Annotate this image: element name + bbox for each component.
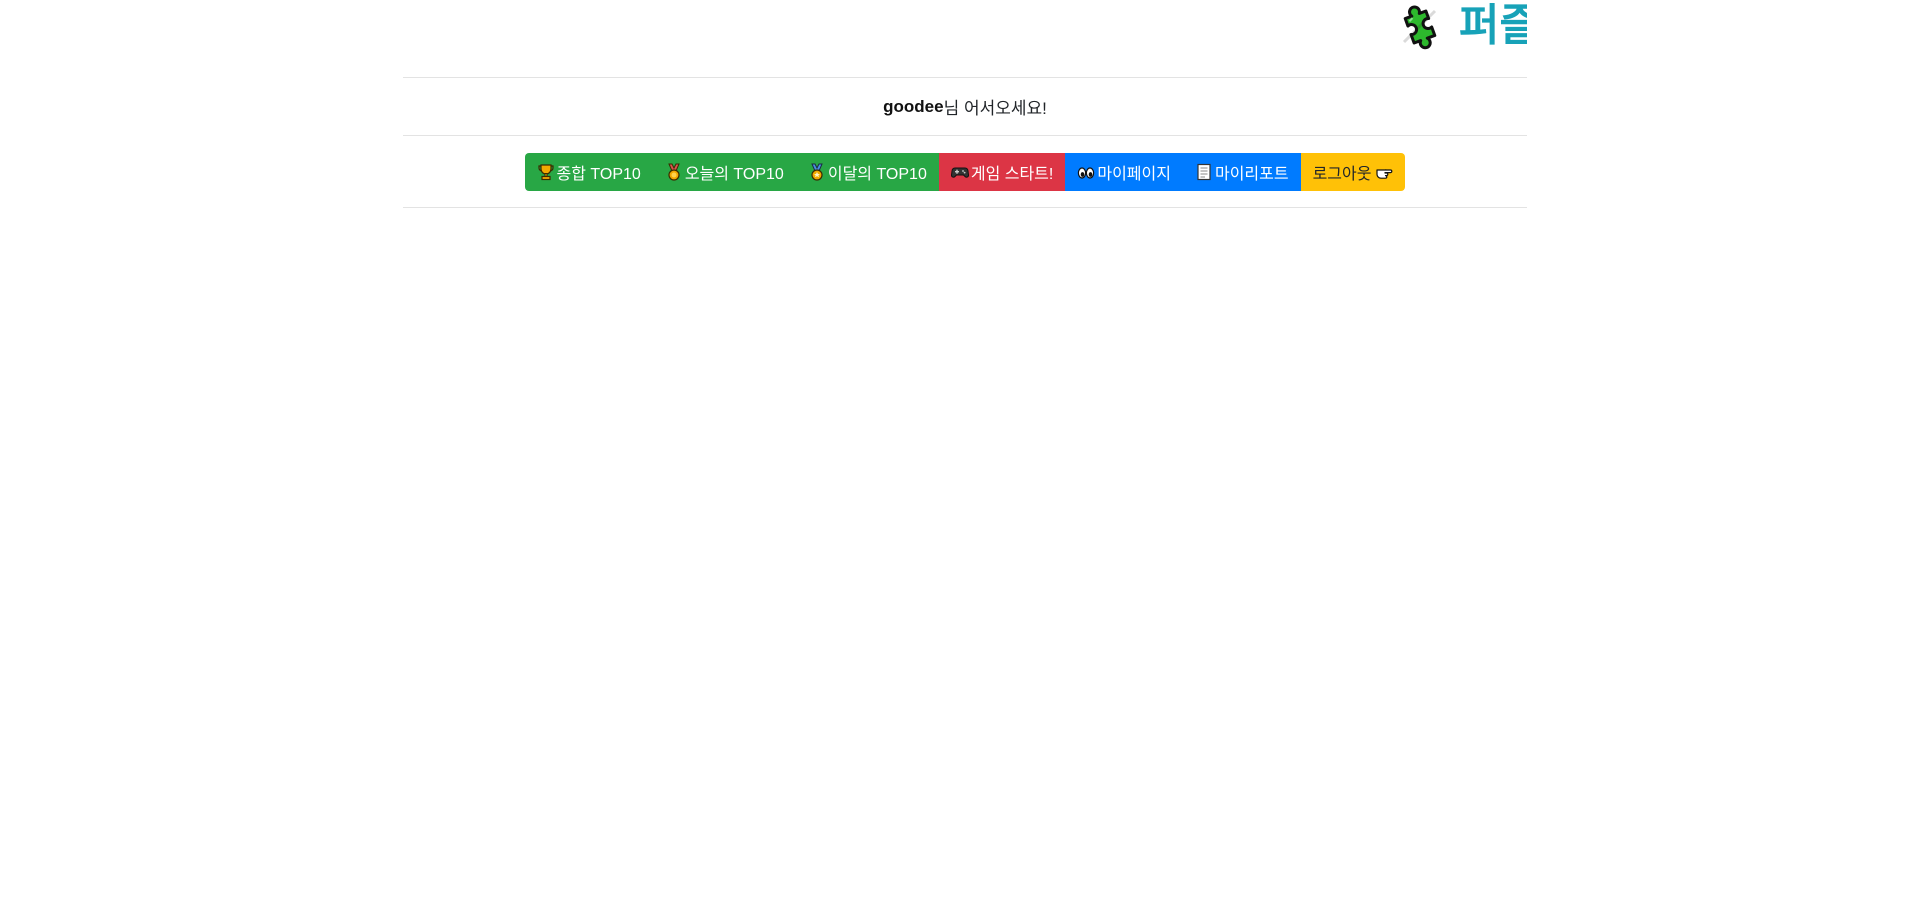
mypage-label: 마이페이지 — [1097, 165, 1171, 183]
logout-button[interactable]: 로그아웃 — [1300, 152, 1406, 191]
logo[interactable]: 퍼즐 — [1395, 0, 1527, 54]
nav-bar: 종합 TOP10 오늘의 TOP10 이달의 TOP10 게임 스타트! 마이페… — [403, 136, 1527, 208]
username: goodee — [883, 96, 944, 116]
logo-text: 퍼즐 — [1459, 0, 1527, 51]
eyes-icon — [1077, 163, 1095, 181]
month-top10-button[interactable]: 이달의 TOP10 — [795, 152, 939, 191]
myreport-button[interactable]: 마이리포트 — [1182, 152, 1301, 191]
page: 퍼즐 goodee님 어서오세요! — [0, 0, 1907, 914]
game-start-label: 게임 스타트! — [970, 165, 1054, 183]
gamepad-icon — [950, 163, 969, 181]
overall-top10-label: 종합 TOP10 — [556, 165, 641, 183]
welcome-message: goodee 님 어서오세요! — [403, 78, 1527, 136]
mypage-button[interactable]: 마이페이지 — [1065, 152, 1183, 191]
nav-button-group: 종합 TOP10 오늘의 TOP10 이달의 TOP10 게임 스타트! 마이페… — [524, 152, 1406, 191]
overall-top10-button[interactable]: 종합 TOP10 — [524, 152, 653, 191]
myreport-label: 마이리포트 — [1214, 165, 1289, 183]
medal-icon — [665, 163, 683, 181]
pointing-hand-icon — [1375, 163, 1393, 181]
logout-label: 로그아웃 — [1312, 165, 1372, 183]
page-icon — [1195, 163, 1213, 181]
today-top10-button[interactable]: 오늘의 TOP10 — [652, 152, 796, 191]
welcome-text: 님 어서오세요! — [943, 99, 1047, 118]
trophy-icon — [537, 163, 555, 181]
main-container: 퍼즐 goodee님 어서오세요! — [403, 0, 1527, 208]
puzzle-piece-icon — [1395, 2, 1445, 52]
today-top10-label: 오늘의 TOP10 — [684, 165, 784, 183]
month-top10-label: 이달의 TOP10 — [827, 165, 927, 183]
header: 퍼즐 — [403, 0, 1527, 78]
game-start-button[interactable]: 게임 스타트! — [938, 152, 1066, 191]
military-medal-icon — [808, 163, 826, 181]
